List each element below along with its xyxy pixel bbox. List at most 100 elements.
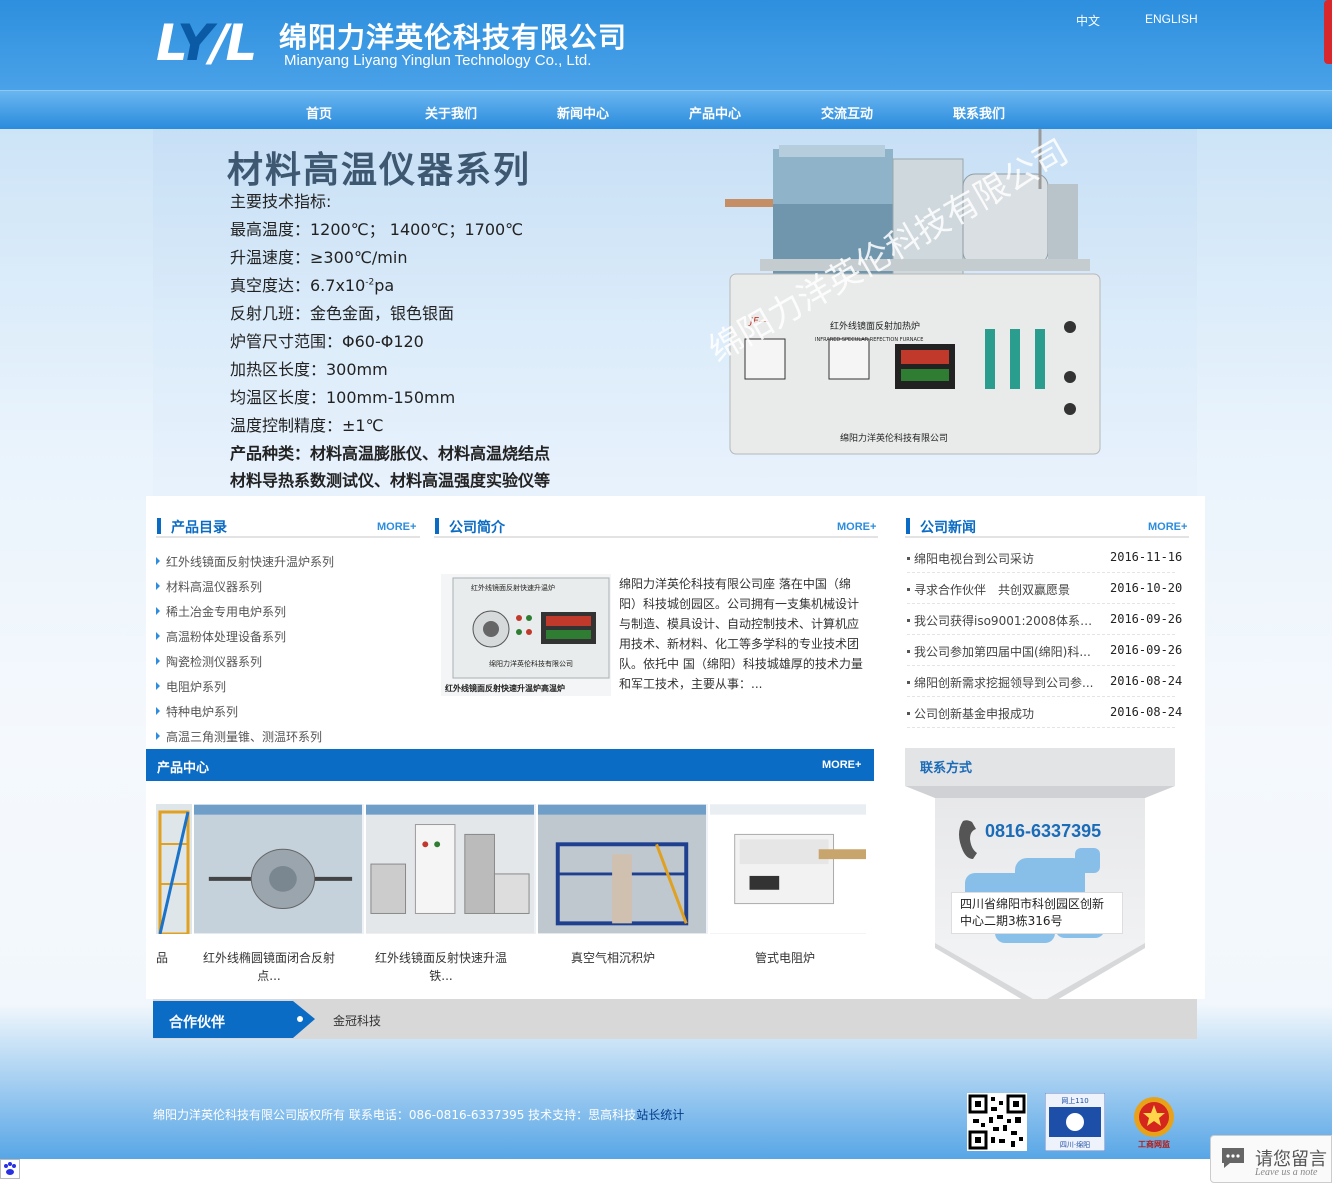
news-title: 公司新闻 (906, 517, 976, 537)
banner-spec-vacuum: 真空度达：6.7x10-2pa (230, 272, 394, 296)
catalog-item[interactable]: 电阻炉系列 (166, 678, 226, 695)
badge2-text: 工商网监 (1138, 1139, 1170, 1149)
company-name-cn: 绵阳力洋英伦科技有限公司 (279, 21, 628, 54)
news-item-title[interactable]: 我公司获得iso9001:2008体系认... (914, 612, 1100, 629)
news-divider (905, 536, 1189, 538)
news-bullet-icon (907, 681, 910, 684)
news-item-title[interactable]: 公司创新基金申报成功 (914, 705, 1100, 722)
news-more-link[interactable]: MORE+ (1148, 521, 1187, 533)
news-bullet-icon (907, 650, 910, 653)
product-image-partial[interactable] (156, 804, 192, 934)
news-item-date: 2016-10-20 (1110, 581, 1183, 595)
business-supervision-badge-icon[interactable]: 工商网监 (1124, 1093, 1184, 1151)
product-image[interactable] (364, 804, 534, 934)
product-image[interactable] (192, 804, 362, 934)
intro-divider (434, 536, 878, 538)
banner-spec-line: 炉管尺寸范围：Φ60-Φ120 (230, 332, 424, 351)
news-divider-line (907, 634, 1175, 635)
catalog-more-link[interactable]: MORE+ (377, 521, 416, 533)
footer-copyright: 绵阳力洋英伦科技有限公司版权所有 联系电话：086-0816-6337395 技… (153, 1106, 684, 1123)
intro-more-link[interactable]: MORE+ (837, 521, 876, 533)
partner-link[interactable]: 金冠科技 (333, 1012, 381, 1029)
nav-interaction[interactable]: 交流互动 (797, 103, 897, 122)
nav-products[interactable]: 产品中心 (665, 103, 765, 122)
news-bullet-icon (907, 588, 910, 591)
nav-about[interactable]: 关于我们 (401, 103, 501, 122)
news-item-title[interactable]: 绵阳电视台到公司采访 (914, 550, 1100, 567)
news-item-title[interactable]: 寻求合作伙伴 共创双赢愿景 (914, 581, 1100, 598)
hero-banner[interactable]: 材料高温仪器系列 主要技术指标: 最高温度：1200℃； 1400℃；1700℃… (153, 129, 1197, 496)
catalog-item[interactable]: 高温三角测量锥、测温环系列 (166, 728, 322, 745)
news-item-title[interactable]: 绵阳创新需求挖掘领导到公司参... (914, 674, 1100, 691)
logo-mark[interactable]: LY/L (156, 18, 257, 68)
news-item-date: 2016-09-26 (1110, 643, 1183, 657)
chat-bubble-icon (1222, 1148, 1244, 1168)
news-divider-line (907, 603, 1175, 604)
badge1-bottom-text: 四川·绵阳 (1060, 1140, 1090, 1149)
product-center-title: 产品中心 (157, 761, 210, 776)
catalog-item[interactable]: 材料高温仪器系列 (166, 578, 262, 595)
police-110-badge-icon[interactable]: 网上110 四川·绵阳 (1045, 1093, 1105, 1151)
lang-chinese-link[interactable]: 中文 (1076, 12, 1100, 29)
nav-home[interactable]: 首页 (269, 103, 369, 122)
qr-code-icon (967, 1093, 1027, 1151)
news-divider-line (907, 572, 1175, 573)
product-name-partial: 品 (156, 951, 169, 965)
contact-title: 联系方式 (920, 761, 973, 776)
vacuum-exponent: -2 (365, 277, 375, 288)
news-item-date: 2016-08-24 (1110, 674, 1183, 688)
intro-text: 绵阳力洋英伦科技有限公司座 落在中国（绵阳）科技城创园区。公司拥有一支集机械设计… (619, 577, 863, 691)
contact-card (905, 748, 1175, 1010)
baidu-paw-icon[interactable] (0, 1159, 20, 1179)
badge1-top-text: 网上110 (1061, 1096, 1088, 1105)
main-nav: 首页 关于我们 新闻中心 产品中心 交流互动 联系我们 (0, 90, 1332, 129)
catalog-item[interactable]: 特种电炉系列 (166, 703, 238, 720)
catalog-item[interactable]: 高温粉体处理设备系列 (166, 628, 286, 645)
site-header: LY/L 绵阳力洋英伦科技有限公司 Mianyang Liyang Yinglu… (0, 0, 1332, 90)
nav-news[interactable]: 新闻中心 (533, 103, 633, 122)
product-name[interactable]: 管式电阻炉 (710, 949, 860, 967)
paw-icon (4, 1162, 16, 1175)
stats-link[interactable]: 站长统计 (636, 1108, 684, 1122)
nav-contact[interactable]: 联系我们 (929, 103, 1029, 122)
intro-title: 公司简介 (435, 517, 505, 537)
product-name[interactable]: 红外线椭圆镜面闭合反射点... (194, 949, 344, 985)
leave-message-sublabel: Leave us a note (1255, 1167, 1318, 1178)
bullet-arrow-icon (156, 557, 160, 565)
side-float-tab[interactable] (1324, 0, 1332, 64)
bullet-arrow-icon (156, 682, 160, 690)
banner-spec-line: 均温区长度：100mm-150mm (230, 388, 456, 407)
product-name[interactable]: 真空气相沉积炉 (538, 949, 688, 967)
contact-address: 四川省绵阳市科创园区创新中心二期3栋316号 (951, 892, 1123, 934)
bullet-arrow-icon (156, 582, 160, 590)
lang-english-link[interactable]: ENGLISH (1145, 12, 1198, 26)
bullet-arrow-icon (156, 632, 160, 640)
company-name-en: Mianyang Liyang Yinglun Technology Co., … (284, 52, 592, 69)
catalog-item[interactable]: 稀土冶金专用电炉系列 (166, 603, 286, 620)
machine-brand: 绵阳力洋英伦科技有限公司 (840, 432, 948, 444)
product-image[interactable] (708, 804, 866, 934)
product-image[interactable] (536, 804, 706, 934)
bullet-arrow-icon (156, 707, 160, 715)
intro-image-caption: 红外线镜面反射快速升温炉高温炉 (445, 683, 565, 693)
intro-device-brand: 绵阳力洋英伦科技有限公司 (489, 659, 573, 668)
machine-label-en: INFRARED SPECULAR REFECTION FURNACE (815, 337, 923, 343)
contact-phone: 0816-6337395 (985, 821, 1102, 841)
product-name[interactable]: 红外线镜面反射快速升温铁... (366, 949, 516, 985)
product-center-more-link[interactable]: MORE+ (822, 759, 861, 771)
catalog-item[interactable]: 陶瓷检测仪器系列 (166, 653, 262, 670)
banner-title: 材料高温仪器系列 (227, 150, 532, 191)
news-item-date: 2016-11-16 (1110, 550, 1183, 564)
product-center-bar (146, 749, 874, 781)
news-divider-line (907, 665, 1175, 666)
news-item-date: 2016-08-24 (1110, 705, 1183, 719)
catalog-item[interactable]: 红外线镜面反射快速升温炉系列 (166, 553, 334, 570)
news-item-title[interactable]: 我公司参加第四届中国(绵阳)科... (914, 643, 1100, 660)
product-carousel (156, 804, 866, 934)
intro-device-image[interactable]: 红外线镜面反射快速升温炉 绵阳力洋英伦科技有限公司 红外线镜面反射快速升温炉高温… (441, 574, 611, 696)
footer-text: 绵阳力洋英伦科技有限公司版权所有 联系电话：086-0816-6337395 技… (153, 1108, 637, 1122)
catalog-divider (156, 536, 420, 538)
bullet-arrow-icon (156, 607, 160, 615)
news-bullet-icon (907, 619, 910, 622)
news-divider-line (907, 727, 1175, 728)
